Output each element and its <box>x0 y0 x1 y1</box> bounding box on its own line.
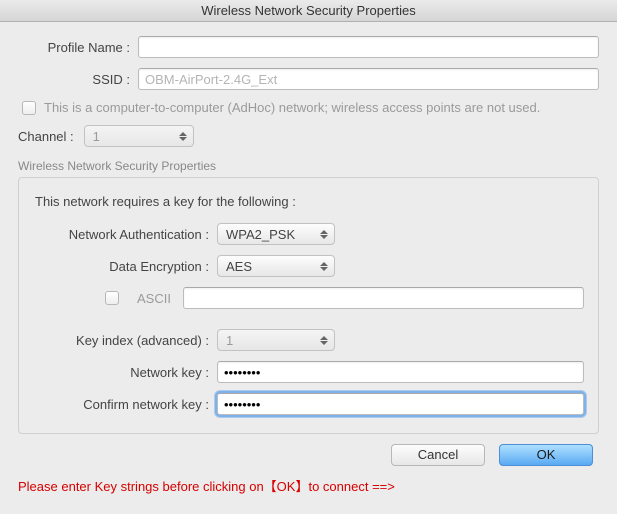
channel-value: 1 <box>93 129 100 144</box>
stepper-arrows-icon <box>319 258 329 274</box>
profile-name-label: Profile Name : <box>18 40 130 55</box>
network-key-label: Network key : <box>33 365 209 380</box>
window-title: Wireless Network Security Properties <box>201 3 416 18</box>
ssid-label: SSID : <box>18 72 130 87</box>
group-heading: This network requires a key for the foll… <box>35 194 584 209</box>
adhoc-checkbox[interactable] <box>22 101 36 115</box>
ascii-checkbox[interactable] <box>105 291 119 305</box>
key-index-value: 1 <box>226 333 233 348</box>
auth-value: WPA2_PSK <box>226 227 295 242</box>
cancel-button[interactable]: Cancel <box>391 444 485 466</box>
confirm-key-input[interactable] <box>217 393 584 415</box>
encryption-value: AES <box>226 259 252 274</box>
encryption-select[interactable]: AES <box>217 255 335 277</box>
auth-select[interactable]: WPA2_PSK <box>217 223 335 245</box>
ssid-input[interactable] <box>138 68 599 90</box>
adhoc-label: This is a computer-to-computer (AdHoc) n… <box>44 100 540 115</box>
channel-select[interactable]: 1 <box>84 125 194 147</box>
network-key-input[interactable] <box>217 361 584 383</box>
encryption-label: Data Encryption : <box>33 259 209 274</box>
hint-text: Please enter Key strings before clicking… <box>18 476 599 495</box>
dialog-body: Profile Name : SSID : This is a computer… <box>0 22 617 514</box>
ascii-input[interactable] <box>183 287 584 309</box>
stepper-arrows-icon <box>319 226 329 242</box>
profile-name-input[interactable] <box>138 36 599 58</box>
confirm-key-label: Confirm network key : <box>33 397 209 412</box>
channel-label: Channel : <box>18 129 74 144</box>
window-titlebar: Wireless Network Security Properties <box>0 0 617 22</box>
security-groupbox: This network requires a key for the foll… <box>18 177 599 434</box>
auth-label: Network Authentication : <box>33 227 209 242</box>
ascii-label: ASCII <box>137 291 171 306</box>
key-index-select[interactable]: 1 <box>217 329 335 351</box>
ok-button[interactable]: OK <box>499 444 593 466</box>
stepper-arrows-icon <box>178 128 188 144</box>
group-caption: Wireless Network Security Properties <box>18 159 599 173</box>
stepper-arrows-icon <box>319 332 329 348</box>
key-index-label: Key index (advanced) : <box>33 333 209 348</box>
